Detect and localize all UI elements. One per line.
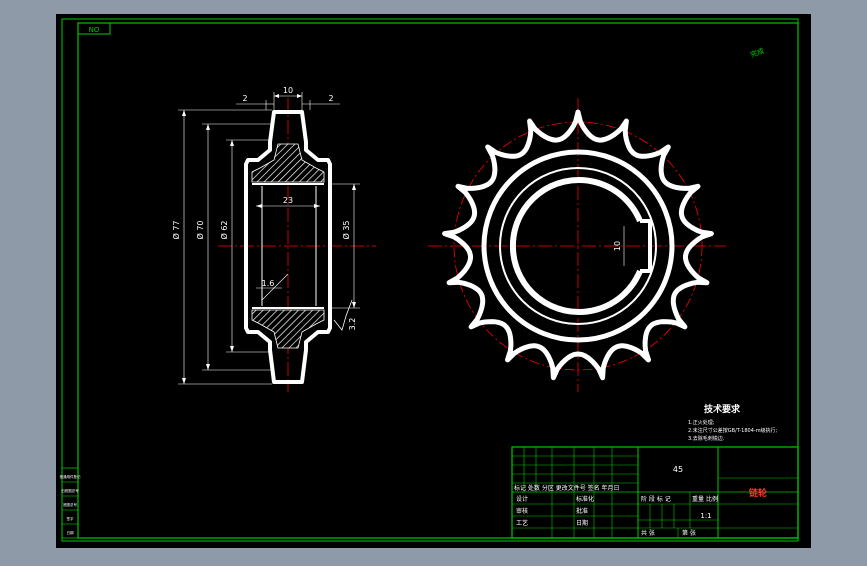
dim-chamfer: 1.6 [262,279,275,288]
sheets-total: 共 张 [641,529,655,537]
tech-notes-title: 技术要求 [704,403,741,415]
side-stamp-1: 借通用件登记 [60,474,81,479]
side-stamp-5: 日期 [67,530,74,535]
tech-note-1: 1.正火处理; [688,419,715,426]
dim-dia-62: Ø 62 [219,220,229,239]
row-role-date: 日期 [576,519,588,527]
scale-label: 比例 [706,495,718,503]
dim-dia-70: Ø 70 [195,220,205,239]
row-role-approve: 批准 [576,507,588,515]
dim-dia-35: Ø 35 [341,220,351,239]
part-name: 链轮 [749,487,767,499]
side-stamp-4: 签字 [67,516,74,521]
sheet-number: 第 张 [682,529,696,537]
side-stamp-3: 底图总号 [63,502,77,507]
cad-viewport[interactable]: NO 完成 借通用件登记 旧底图总号 底图总号 签字 日期 10 2 2 Ø 7… [0,0,867,562]
row-role-design: 设计 [516,495,528,503]
revision-header: 标记 处数 分区 更改文件号 签名 年月日 [514,484,620,492]
row-role-standard: 标准化 [576,495,594,503]
drawing-canvas: NO 完成 借通用件登记 旧底图总号 底图总号 签字 日期 10 2 2 Ø 7… [56,14,811,548]
row-role-process: 工艺 [516,519,528,527]
dim-hub-width: 10 [283,86,293,95]
side-stamp-2: 旧底图总号 [61,488,79,493]
tech-note-3: 3.去除毛刺锐边. [688,435,725,442]
dim-flange-left: 2 [242,94,247,103]
dim-keyway: 10 [613,241,622,251]
tech-note-2: 2.未注尺寸公差按GB/T-1804-m级执行; [688,427,778,434]
scale-value: 1:1 [700,512,711,520]
row-role-review: 审核 [516,507,528,515]
zone-label: NO [89,26,100,34]
stage-header: 阶 段 标 记 [641,495,671,503]
dim-dia-77: Ø 77 [171,220,181,239]
material-value: 45 [673,465,683,474]
weight-label: 重量 [692,495,704,503]
dim-roughness: 3.2 [348,318,357,331]
dim-bore-length: 23 [283,196,293,205]
dim-flange-right: 2 [328,94,333,103]
